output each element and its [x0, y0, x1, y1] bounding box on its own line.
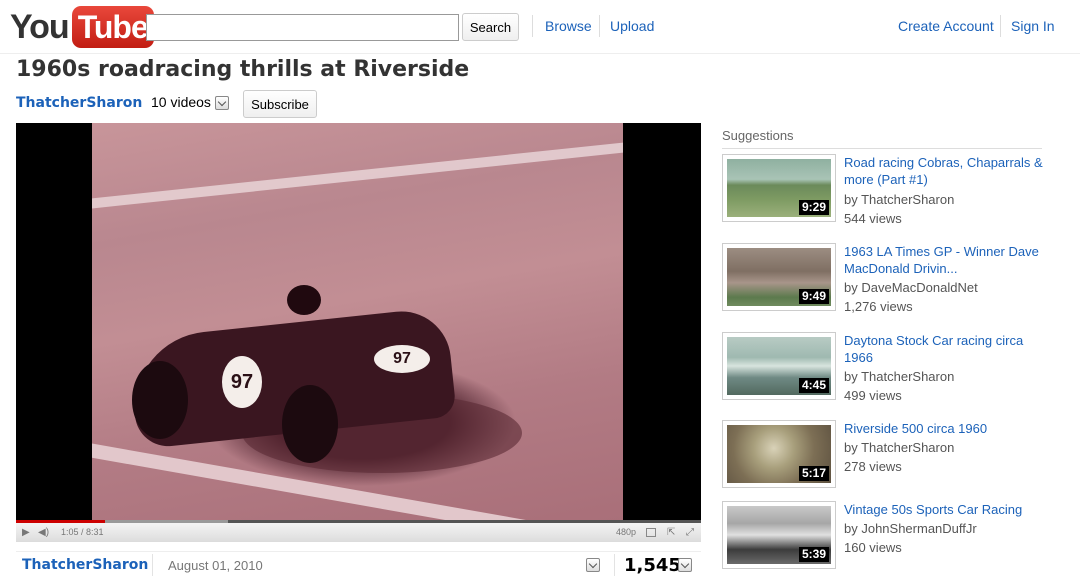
- expand-icon[interactable]: ⇱: [667, 527, 675, 538]
- duration-badge: 5:39: [798, 547, 829, 562]
- quality-button[interactable]: 480p: [616, 527, 636, 537]
- chevron-down-icon[interactable]: [215, 96, 229, 110]
- thumbnail-image: 5:17: [727, 425, 831, 483]
- search-input[interactable]: [146, 14, 459, 41]
- track-stripe: [92, 137, 623, 211]
- driver-helmet: [287, 285, 321, 315]
- duration-badge: 9:29: [798, 200, 829, 215]
- thumbnail-image: 4:45: [727, 337, 831, 395]
- suggestion-channel: by ThatcherSharon: [844, 192, 955, 207]
- divider: [722, 148, 1042, 149]
- suggestion-thumbnail[interactable]: 5:39: [722, 501, 836, 569]
- chevron-down-icon[interactable]: [678, 558, 692, 572]
- fullscreen-icon[interactable]: ⤢: [686, 527, 694, 538]
- videos-count: 10 videos: [151, 94, 211, 110]
- duration-badge: 9:49: [798, 289, 829, 304]
- duration-badge: 5:17: [798, 466, 829, 481]
- suggestion-channel: by ThatcherSharon: [844, 440, 955, 455]
- masthead: You Tube Search Browse Upload Create Acc…: [0, 0, 1080, 54]
- suggestion-title[interactable]: Vintage 50s Sports Car Racing: [844, 501, 1049, 518]
- suggestion-item[interactable]: 5:39 Vintage 50s Sports Car Racing by Jo…: [722, 501, 1052, 571]
- suggestion-item[interactable]: 9:49 1963 LA Times GP - Winner Dave MacD…: [722, 243, 1052, 314]
- subscribe-button[interactable]: Subscribe: [243, 90, 317, 118]
- suggestion-views: 1,276 views: [844, 299, 913, 314]
- chevron-down-icon[interactable]: [586, 558, 600, 572]
- nav-separator: [599, 15, 600, 37]
- suggestion-item[interactable]: 4:45 Daytona Stock Car racing circa 1966…: [722, 332, 1052, 403]
- suggestion-title[interactable]: Riverside 500 circa 1960: [844, 420, 1049, 437]
- progress-bar[interactable]: [16, 520, 701, 523]
- play-icon[interactable]: ▶: [22, 527, 30, 538]
- thumbnail-image: 9:29: [727, 159, 831, 217]
- player-controls: ▶ ◀) 1:05 / 8:31 480p ⇱ ⤢: [16, 520, 701, 542]
- suggestion-channel: by JohnShermanDuffJr: [844, 521, 977, 536]
- suggestion-thumbnail[interactable]: 9:29: [722, 154, 836, 222]
- nav-separator: [532, 15, 533, 37]
- create-account-link[interactable]: Create Account: [898, 18, 994, 34]
- suggestion-channel: by ThatcherSharon: [844, 369, 955, 384]
- video-frame[interactable]: 97 97: [92, 123, 623, 522]
- suggestion-thumbnail[interactable]: 5:17: [722, 420, 836, 488]
- suggestions-header: Suggestions: [722, 128, 794, 143]
- suggestion-views: 278 views: [844, 459, 902, 474]
- time-display: 1:05 / 8:31: [61, 527, 104, 537]
- duration-badge: 4:45: [798, 378, 829, 393]
- suggestion-item[interactable]: 5:17 Riverside 500 circa 1960 by Thatche…: [722, 420, 1052, 490]
- upload-link[interactable]: Upload: [610, 18, 654, 34]
- suggestion-title[interactable]: 1963 LA Times GP - Winner Dave MacDonald…: [844, 243, 1049, 277]
- thumbnail-image: 9:49: [727, 248, 831, 306]
- suggestion-channel: by DaveMacDonaldNet: [844, 280, 978, 295]
- car-wheel: [282, 385, 338, 463]
- video-title: 1960s roadracing thrills at Riverside: [16, 57, 470, 82]
- sign-in-link[interactable]: Sign In: [1011, 18, 1055, 34]
- thumbnail-image: 5:39: [727, 506, 831, 564]
- uploader-link[interactable]: ThatcherSharon: [22, 557, 148, 573]
- divider: [152, 554, 153, 576]
- logo-tube-text: Tube: [71, 6, 154, 48]
- suggestion-views: 160 views: [844, 540, 902, 555]
- car-number-roundel: 97: [222, 356, 262, 408]
- video-player[interactable]: 97 97 ▶ ◀) 1:05 / 8:31 480p ⇱ ⤢: [16, 123, 701, 542]
- video-info-bar: ThatcherSharon August 01, 2010 1,545: [16, 551, 701, 579]
- upload-date: August 01, 2010: [168, 558, 263, 573]
- suggestion-views: 544 views: [844, 211, 902, 226]
- suggestion-views: 499 views: [844, 388, 902, 403]
- suggestion-title[interactable]: Road racing Cobras, Chaparrals & more (P…: [844, 154, 1049, 188]
- car-wheel: [132, 361, 188, 439]
- suggestion-thumbnail[interactable]: 9:49: [722, 243, 836, 311]
- browse-link[interactable]: Browse: [545, 18, 592, 34]
- nav-separator: [1000, 15, 1001, 37]
- suggestion-thumbnail[interactable]: 4:45: [722, 332, 836, 400]
- progress-played: [16, 520, 106, 523]
- suggestion-title[interactable]: Daytona Stock Car racing circa 1966: [844, 332, 1049, 366]
- search-button[interactable]: Search: [462, 13, 519, 41]
- channel-link[interactable]: ThatcherSharon: [16, 95, 142, 111]
- suggestion-item[interactable]: 9:29 Road racing Cobras, Chaparrals & mo…: [722, 154, 1052, 226]
- youtube-logo[interactable]: You Tube: [10, 6, 154, 48]
- volume-icon[interactable]: ◀): [38, 527, 49, 538]
- popout-icon[interactable]: [646, 528, 656, 537]
- divider: [614, 554, 615, 576]
- car-number-roundel: 97: [374, 345, 430, 373]
- logo-you-text: You: [10, 8, 70, 46]
- view-count: 1,545: [624, 555, 681, 576]
